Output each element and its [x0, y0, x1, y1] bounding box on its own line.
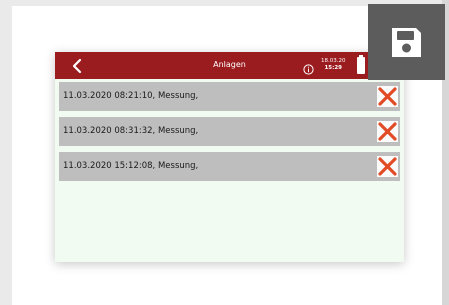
list-item[interactable]: 11.03.2020 08:31:32, Messung,	[59, 117, 400, 146]
list-item-label: 11.03.2020 08:31:32, Messung,	[63, 126, 199, 136]
delete-icon[interactable]	[377, 156, 398, 177]
list-item-label: 11.03.2020 08:21:10, Messung,	[63, 91, 199, 101]
list-item[interactable]: 11.03.2020 15:12:08, Messung,	[59, 152, 400, 181]
list-item-label: 11.03.2020 15:12:08, Messung,	[63, 161, 199, 171]
delete-icon[interactable]	[377, 121, 398, 142]
datetime-display: 18.03.20 15:29	[321, 58, 346, 72]
time-text: 15:29	[324, 65, 342, 71]
battery-icon	[357, 55, 365, 74]
device-screen: Anlagen 18.03.20 15:29 11.03.2020 08:21:…	[55, 52, 404, 262]
save-button[interactable]	[368, 4, 445, 80]
app-header: Anlagen 18.03.20 15:29	[55, 52, 404, 79]
date-text: 18.03.20	[321, 58, 346, 64]
list-item[interactable]: 11.03.2020 08:21:10, Messung,	[59, 82, 400, 111]
page-title: Anlagen	[213, 60, 246, 69]
floppy-disk-icon	[392, 28, 421, 57]
delete-icon[interactable]	[377, 86, 398, 107]
info-icon[interactable]	[303, 60, 314, 75]
